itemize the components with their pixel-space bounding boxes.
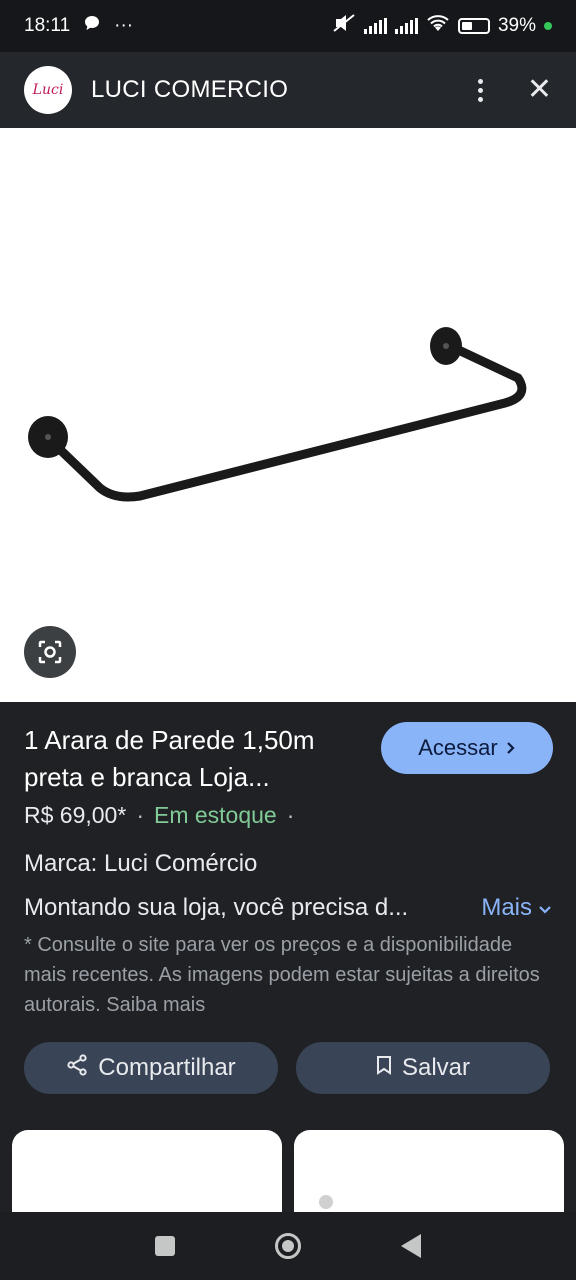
- recents-icon[interactable]: [155, 1236, 175, 1256]
- mute-icon: [332, 14, 356, 38]
- back-icon[interactable]: [401, 1234, 421, 1258]
- share-label: Compartilhar: [98, 1054, 236, 1081]
- signal-icon-2: [394, 18, 418, 34]
- separator-dot: ·: [286, 802, 295, 828]
- status-time: 18:11: [24, 15, 71, 36]
- signal-icon-1: [363, 18, 387, 34]
- home-icon[interactable]: [275, 1233, 301, 1259]
- chevron-down-icon: [538, 894, 552, 922]
- system-nav-bar: [0, 1212, 576, 1280]
- site-name[interactable]: LUCI COMERCIO: [91, 76, 288, 104]
- access-label: Acessar: [418, 735, 498, 760]
- battery-icon: [457, 18, 490, 34]
- status-bar: 18:11 ··· 39%: [0, 0, 576, 52]
- overflow-dots: ···: [114, 15, 134, 36]
- logo-text: Luci: [32, 82, 64, 98]
- save-label: Salvar: [401, 1054, 471, 1081]
- access-button[interactable]: Acessar: [381, 722, 553, 774]
- charging-dot: [544, 22, 552, 30]
- related-product-card[interactable]: [294, 1130, 564, 1220]
- wifi-icon: [426, 14, 450, 38]
- price-row: R$ 69,00* · Em estoque ·: [24, 802, 294, 829]
- chevron-right-icon: [506, 735, 516, 761]
- product-image[interactable]: [0, 128, 576, 702]
- site-header: Luci LUCI COMERCIO ✕: [0, 52, 576, 128]
- save-button[interactable]: Salvar: [296, 1042, 550, 1094]
- related-product-thumbnail: [319, 1195, 333, 1209]
- price-disclaimer: * Consulte o site para ver os preços e a…: [24, 934, 540, 1016]
- more-button[interactable]: Mais: [481, 894, 552, 922]
- description-row: Montando sua loja, você precisa d... Mai…: [24, 894, 552, 922]
- description: Montando sua loja, você precisa d...: [24, 894, 409, 921]
- price: R$ 69,00*: [24, 802, 127, 828]
- close-icon[interactable]: ✕: [527, 75, 552, 105]
- chat-bubble-icon: [84, 15, 100, 37]
- product-title[interactable]: 1 Arara de Parede 1,50m preta e branca L…: [24, 722, 364, 796]
- brand: Marca: Luci Comércio: [24, 850, 258, 877]
- share-button[interactable]: Compartilhar: [24, 1042, 278, 1094]
- more-label: Mais: [481, 894, 532, 921]
- site-logo[interactable]: Luci: [24, 66, 72, 114]
- lens-search-icon[interactable]: [24, 626, 76, 678]
- stock-status: Em estoque: [153, 802, 277, 828]
- separator-dot: ·: [136, 802, 144, 828]
- related-product-card[interactable]: [12, 1130, 282, 1220]
- clothes-rail-illustration: [28, 327, 527, 502]
- battery-level: 39%: [497, 15, 536, 36]
- share-icon: [66, 1053, 88, 1083]
- bookmark-icon: [376, 1054, 392, 1082]
- more-vert-icon[interactable]: [474, 75, 487, 106]
